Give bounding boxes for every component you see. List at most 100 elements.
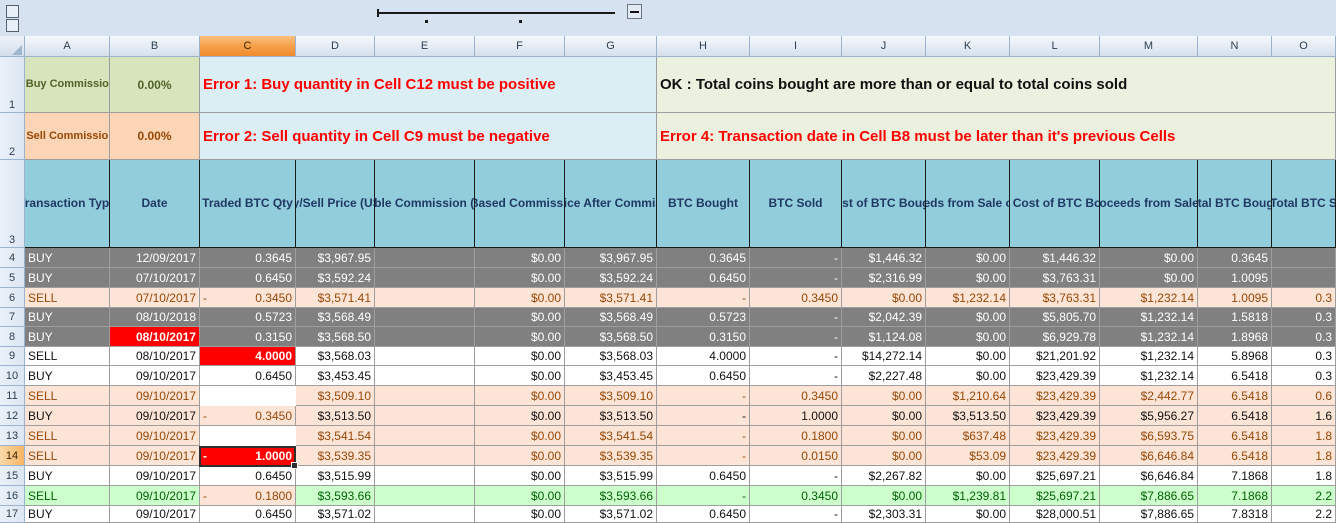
cell-total-btc-sold-row-15[interactable]: 1.8 [1272,466,1336,486]
cell-proceeds-from-sale-row-11[interactable]: $1,210.64 [926,386,1010,406]
cell-cost-of-btc-bought-row-7[interactable]: $2,042.39 [842,308,926,327]
cell-transaction-type-row-9[interactable]: SELL [25,347,110,366]
table-header-3[interactable]: Traded BTC Qty [200,160,296,248]
column-header-i[interactable]: I [750,36,842,57]
cell-traded-btc-qty-row-9[interactable]: 4.0000 [200,347,296,366]
table-header-4[interactable]: Buy/Sell Price (USD) [296,160,375,248]
cell-traded-btc-qty-row-15[interactable]: 0.6450 [200,466,296,486]
cell-transaction-type-row-8[interactable]: BUY [25,327,110,347]
cell-b2-sell-commission-value[interactable]: 0.00% [110,113,200,160]
cell-total-btc-sold-row-17[interactable]: 2.2 [1272,506,1336,523]
cell-total-cost-of-btc-bought-row-12[interactable]: $23,429.39 [1010,406,1100,426]
cell-date-row-16[interactable]: 09/10/2017 [110,486,200,506]
cell-total-cost-of-btc-bought-row-4[interactable]: $1,446.32 [1010,248,1100,268]
cell-btc-sold-row-4[interactable]: - [750,248,842,268]
row-header-11[interactable]: 11 [0,386,25,406]
cell-total-btc-bought-row-5[interactable]: 1.0095 [1198,268,1272,288]
column-header-n[interactable]: N [1198,36,1272,57]
cell-total-btc-sold-row-5[interactable] [1272,268,1336,288]
cell-btc-sold-row-10[interactable]: - [750,366,842,386]
cell-transaction-type-row-11[interactable]: SELL [25,386,110,406]
cell-effective-price-row-15[interactable]: $3,515.99 [565,466,657,486]
cell-total-btc-bought-row-16[interactable]: 7.1868 [1198,486,1272,506]
cell-btc-sold-row-12[interactable]: 1.0000 [750,406,842,426]
column-header-h[interactable]: H [657,36,750,57]
cell-fixed-commission-row-8[interactable]: $0.00 [475,327,565,347]
cell-buy-sell-price-row-8[interactable]: $3,568.50 [296,327,375,347]
cell-date-row-6[interactable]: 07/10/2017 [110,288,200,308]
cell-date-row-17[interactable]: 09/10/2017 [110,506,200,523]
cell-total-cost-of-btc-bought-row-17[interactable]: $28,000.51 [1010,506,1100,523]
cell-total-cost-of-btc-bought-row-15[interactable]: $25,697.21 [1010,466,1100,486]
cell-date-row-5[interactable]: 07/10/2017 [110,268,200,288]
cell-btc-sold-row-14[interactable]: 0.0150 [750,446,842,466]
cell-cost-of-btc-bought-row-11[interactable]: $0.00 [842,386,926,406]
cell-total-proceeds-from-sale-row-10[interactable]: $1,232.14 [1100,366,1198,386]
cell-total-btc-sold-row-6[interactable]: 0.3 [1272,288,1336,308]
cell-buy-sell-price-row-7[interactable]: $3,568.49 [296,308,375,327]
cell-traded-btc-qty-row-12[interactable]: 1.0000 [200,446,296,466]
cell-total-proceeds-from-sale-row-13[interactable]: $6,593.75 [1100,426,1198,446]
cell-proceeds-from-sale-row-13[interactable]: $637.48 [926,426,1010,446]
cell-date-row-4[interactable]: 12/09/2017 [110,248,200,268]
cell-traded-btc-qty-row-5[interactable]: 0.6450 [200,268,296,288]
cell-transaction-type-row-5[interactable]: BUY [25,268,110,288]
row-header-10[interactable]: 10 [0,366,25,386]
cell-cost-of-btc-bought-row-14[interactable]: $0.00 [842,446,926,466]
row-header-9[interactable]: 9 [0,347,25,366]
cell-b1-buy-commission-value[interactable]: 0.00% [110,57,200,113]
cell-total-btc-sold-row-9[interactable]: 0.3 [1272,347,1336,366]
cell-cost-of-btc-bought-row-15[interactable]: $2,267.82 [842,466,926,486]
cell-proceeds-from-sale-row-12[interactable]: $3,513.50 [926,406,1010,426]
cell-total-btc-sold-row-16[interactable]: 2.2 [1272,486,1336,506]
cell-proceeds-from-sale-row-4[interactable]: $0.00 [926,248,1010,268]
cell-transaction-type-row-4[interactable]: BUY [25,248,110,268]
cell-variable-commission-row-4[interactable] [375,248,475,268]
cell-total-btc-sold-row-8[interactable]: 0.3 [1272,327,1336,347]
cell-total-btc-bought-row-11[interactable]: 6.5418 [1198,386,1272,406]
cell-cost-of-btc-bought-row-8[interactable]: $1,124.08 [842,327,926,347]
cell-effective-price-row-8[interactable]: $3,568.50 [565,327,657,347]
cell-cost-of-btc-bought-row-9[interactable]: $14,272.14 [842,347,926,366]
cell-h1-ok-banner[interactable]: OK : Total coins bought are more than or… [657,57,1336,113]
cell-btc-bought-row-15[interactable]: 0.6450 [657,466,750,486]
cell-date-row-10[interactable]: 09/10/2017 [110,366,200,386]
cell-total-btc-sold-row-11[interactable]: 0.6 [1272,386,1336,406]
cell-total-btc-sold-row-4[interactable] [1272,248,1336,268]
cell-buy-sell-price-row-12[interactable]: $3,513.50 [296,406,375,426]
column-header-f[interactable]: F [475,36,565,57]
cell-cost-of-btc-bought-row-16[interactable]: $0.00 [842,486,926,506]
cell-traded-btc-qty-row-4[interactable]: 0.3645 [200,248,296,268]
column-header-a[interactable]: A [25,36,110,57]
cell-traded-btc-qty-row-11[interactable]: 0.3450 [200,406,296,426]
column-header-e[interactable]: E [375,36,475,57]
cell-btc-bought-row-4[interactable]: 0.3645 [657,248,750,268]
cell-variable-commission-row-8[interactable] [375,327,475,347]
cell-transaction-type-row-6[interactable]: SELL [25,288,110,308]
cell-total-btc-sold-row-12[interactable]: 1.6 [1272,406,1336,426]
cell-fixed-commission-row-17[interactable]: $0.00 [475,506,565,523]
cell-total-proceeds-from-sale-row-8[interactable]: $1,232.14 [1100,327,1198,347]
cell-total-proceeds-from-sale-row-15[interactable]: $6,646.84 [1100,466,1198,486]
select-all-corner[interactable] [0,36,25,57]
cell-cost-of-btc-bought-row-5[interactable]: $2,316.99 [842,268,926,288]
cell-buy-sell-price-row-4[interactable]: $3,967.95 [296,248,375,268]
cell-total-btc-bought-row-4[interactable]: 0.3645 [1198,248,1272,268]
cell-buy-sell-price-row-11[interactable]: $3,509.10 [296,386,375,406]
row-header-6[interactable]: 6 [0,288,25,308]
column-header-m[interactable]: M [1100,36,1198,57]
cell-proceeds-from-sale-row-14[interactable]: $53.09 [926,446,1010,466]
cell-total-btc-bought-row-9[interactable]: 5.8968 [1198,347,1272,366]
table-header-15[interactable]: Total BTC S [1272,160,1336,248]
cell-btc-bought-row-14[interactable]: - [657,446,750,466]
cell-total-btc-sold-row-10[interactable]: 0.3 [1272,366,1336,386]
cell-total-proceeds-from-sale-row-7[interactable]: $1,232.14 [1100,308,1198,327]
cell-btc-sold-row-8[interactable]: - [750,327,842,347]
cell-total-proceeds-from-sale-row-16[interactable]: $7,886.65 [1100,486,1198,506]
cell-variable-commission-row-7[interactable] [375,308,475,327]
cell-total-cost-of-btc-bought-row-6[interactable]: $3,763.31 [1010,288,1100,308]
cell-buy-sell-price-row-17[interactable]: $3,571.02 [296,506,375,523]
cell-btc-sold-row-13[interactable]: 0.1800 [750,426,842,446]
cell-cost-of-btc-bought-row-6[interactable]: $0.00 [842,288,926,308]
cell-buy-sell-price-row-16[interactable]: $3,593.66 [296,486,375,506]
